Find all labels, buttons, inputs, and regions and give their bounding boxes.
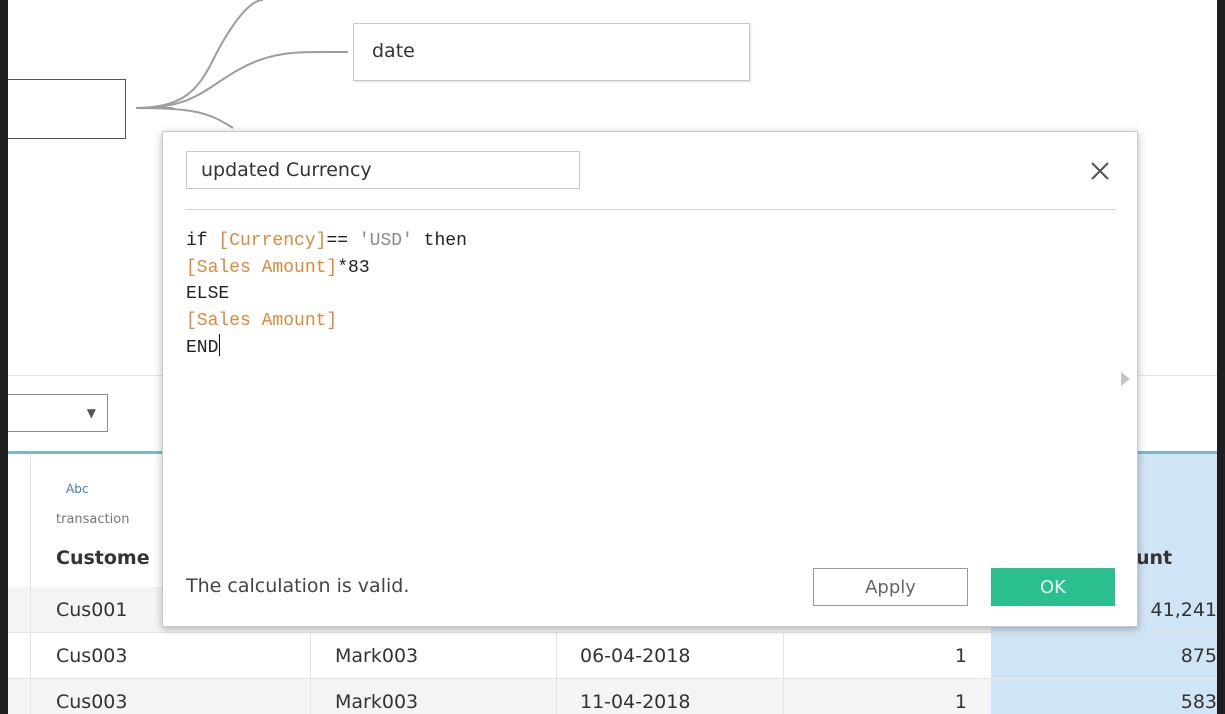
cell-market: Mark003 xyxy=(335,645,419,667)
formula-editor[interactable]: if [Currency]== 'USD' then [Sales Amount… xyxy=(186,228,1086,528)
cell-date: 06-04-2018 xyxy=(580,645,691,667)
keyword-then: then xyxy=(412,231,467,251)
field-sales-amount: [Sales Amount] xyxy=(186,257,338,278)
formula-line-2: [Sales Amount]*83 xyxy=(186,258,370,278)
relationship-line-up xyxy=(135,0,264,109)
cell-customer: Cus001 xyxy=(56,599,128,621)
close-icon xyxy=(1091,162,1109,180)
cell-customer: Cus003 xyxy=(56,691,128,713)
cell-amount: 583 xyxy=(1180,691,1217,713)
cell-amount: 41,241 xyxy=(1150,599,1217,621)
apply-button[interactable]: Apply xyxy=(813,568,968,606)
close-button[interactable] xyxy=(1085,156,1115,186)
cell-amount: 875 xyxy=(1180,645,1217,667)
cell-date: 11-04-2018 xyxy=(580,691,691,713)
column-divider xyxy=(310,633,311,678)
sort-dropdown[interactable]: ▼ xyxy=(8,394,108,432)
text-cursor xyxy=(219,334,221,356)
column-divider xyxy=(783,679,784,714)
column-divider xyxy=(556,633,557,678)
operator-equals: == xyxy=(326,231,359,251)
keyword-else: ELSE xyxy=(186,284,230,304)
cell-customer: Cus003 xyxy=(56,645,128,667)
field-sales-amount: [Sales Amount] xyxy=(186,310,338,331)
column-divider xyxy=(556,679,557,714)
keyword-if: if xyxy=(186,231,219,251)
string-type-icon[interactable]: Abc xyxy=(66,482,88,496)
source-table-card[interactable] xyxy=(8,79,126,139)
table-row: Cus003 Mark003 06-04-2018 1 875 xyxy=(8,633,1217,679)
relationship-line-date xyxy=(135,50,349,109)
caret-right-icon[interactable] xyxy=(1121,372,1130,386)
formula-line-1: if [Currency]== 'USD' then xyxy=(186,231,467,251)
cell-quantity: 1 xyxy=(954,645,967,667)
table-row: Cus003 Mark003 11-04-2018 1 583 xyxy=(8,679,1217,714)
relationship-line-down xyxy=(135,107,234,129)
date-table-label: date xyxy=(372,40,415,62)
date-table-card[interactable]: date xyxy=(353,23,750,81)
formula-line-5: END xyxy=(186,334,221,358)
field-currency: [Currency] xyxy=(218,231,327,251)
calculated-field-dialog: if [Currency]== 'USD' then [Sales Amount… xyxy=(162,131,1138,627)
row-header-divider xyxy=(30,454,31,714)
ok-button[interactable]: OK xyxy=(991,568,1115,606)
chevron-down-icon: ▼ xyxy=(86,406,96,420)
multiplier: *83 xyxy=(337,257,370,278)
calculation-name-input[interactable] xyxy=(186,151,580,189)
cell-quantity: 1 xyxy=(954,691,967,713)
validation-status: The calculation is valid. xyxy=(186,575,410,597)
column-header-customer[interactable]: Custome xyxy=(56,547,150,569)
string-usd: 'USD' xyxy=(358,231,413,251)
tableau-data-source-page: date ▼ Abc transaction Custome unt Cus00… xyxy=(8,0,1217,714)
column-divider xyxy=(783,633,784,678)
column-divider xyxy=(310,679,311,714)
column-header-amount[interactable]: unt xyxy=(1136,547,1172,569)
cell-market: Mark003 xyxy=(335,691,419,713)
keyword-end: END xyxy=(186,338,219,358)
column-source-label: transaction xyxy=(56,512,130,527)
dialog-divider xyxy=(186,209,1116,210)
